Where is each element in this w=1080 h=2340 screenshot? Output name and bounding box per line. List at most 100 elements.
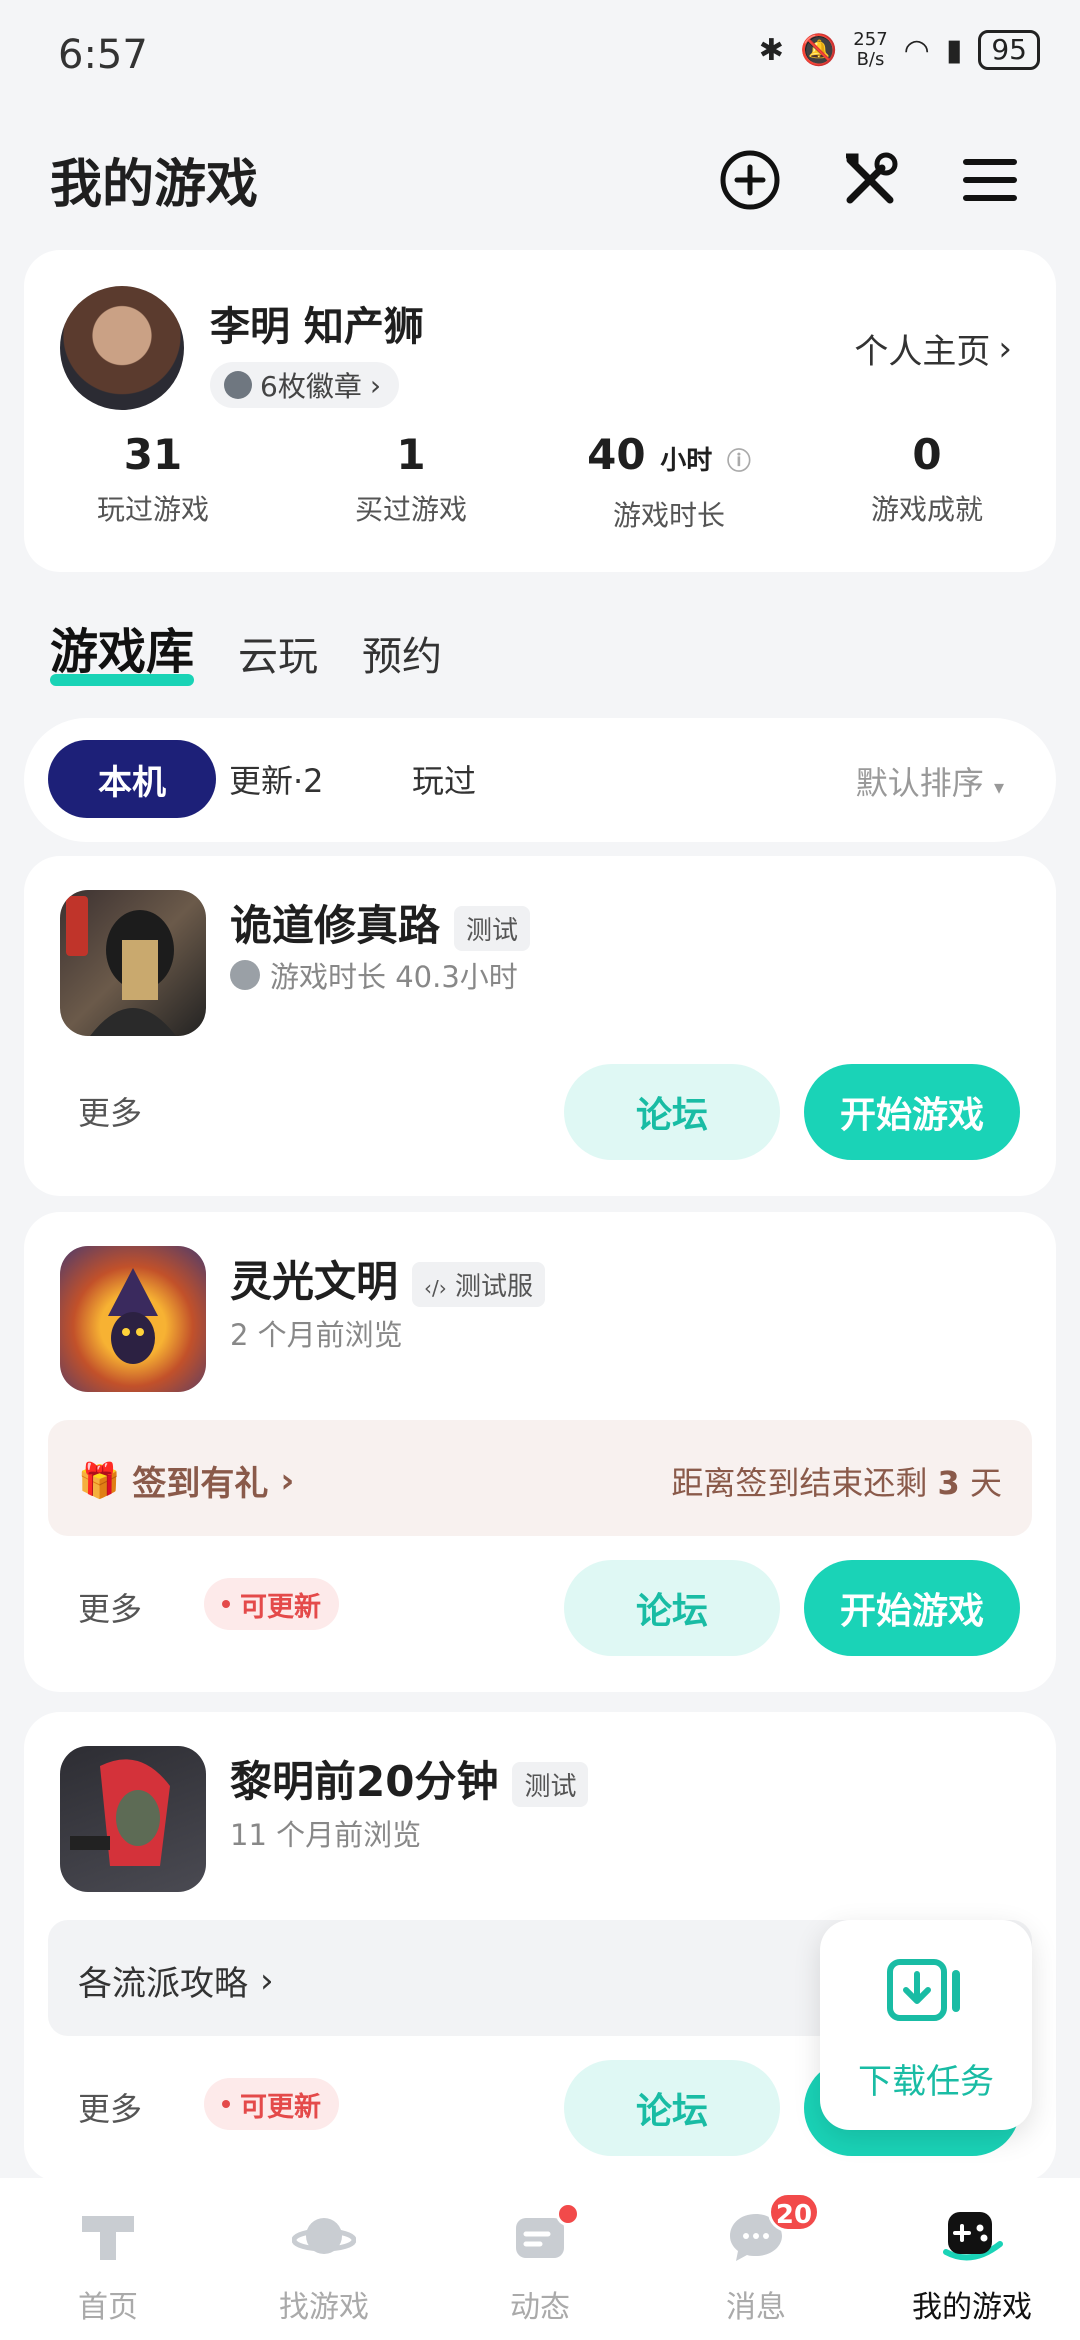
game-icon[interactable] xyxy=(60,1746,206,1892)
message-count-badge: 20 xyxy=(768,2192,820,2232)
nav-feed[interactable]: 动态 xyxy=(432,2178,648,2340)
nav-label: 首页 xyxy=(78,2290,138,2325)
forum-button[interactable]: 论坛 xyxy=(564,1064,780,1160)
stat-value: 1 xyxy=(396,430,426,479)
chevron-right-icon: › xyxy=(998,328,1012,369)
game-artwork xyxy=(70,1759,170,1866)
download-icon xyxy=(887,1959,960,2021)
page-header: 我的游戏 xyxy=(0,130,1080,220)
page-title: 我的游戏 xyxy=(50,155,259,215)
add-circle-icon[interactable] xyxy=(718,148,782,212)
code-icon: ‹/› xyxy=(424,1276,447,1300)
mute-bell-icon: 🔕 xyxy=(799,32,838,68)
update-badge[interactable]: 可更新 xyxy=(204,1578,339,1630)
gift-icon: 🎁 xyxy=(78,1460,121,1501)
status-icons: ✱ 🔕 257 B/s ◠ ▮ 95 xyxy=(759,30,1040,70)
filter-local[interactable]: 本机 xyxy=(48,740,216,818)
dot-icon xyxy=(222,1600,230,1608)
game-card: 灵光文明 ‹/› 测试服 2 个月前浏览 🎁 签到有礼 › 距离签到结束还剩 3 … xyxy=(24,1212,1056,1692)
status-bar: 6:57 ✱ 🔕 257 B/s ◠ ▮ 95 xyxy=(0,0,1080,110)
tools-icon[interactable] xyxy=(838,148,902,212)
nav-label: 找游戏 xyxy=(279,2290,369,2325)
more-button[interactable]: 更多 xyxy=(78,1088,142,1134)
badges-button[interactable]: 6枚徽章 › xyxy=(210,362,400,408)
nav-home[interactable]: 首页 xyxy=(0,2178,216,2340)
avatar[interactable] xyxy=(60,286,184,410)
stat-label: 游戏时长 xyxy=(612,499,725,532)
forum-button[interactable]: 论坛 xyxy=(564,1560,780,1656)
game-playtime: 游戏时长 40.3小时 xyxy=(270,960,518,994)
stat-value: 31 xyxy=(123,430,183,479)
tab-library[interactable]: 游戏库 xyxy=(50,612,195,686)
checkin-remaining-prefix: 距离签到结束还剩 xyxy=(671,1464,938,1502)
menu-icon[interactable] xyxy=(958,148,1022,212)
forum-button[interactable]: 论坛 xyxy=(564,2060,780,2156)
stat-unit: 小时 xyxy=(660,446,713,476)
stat-bought[interactable]: 1 买过游戏 xyxy=(282,430,540,534)
more-button[interactable]: 更多 xyxy=(78,1584,142,1630)
game-artwork xyxy=(66,896,176,1036)
download-tasks-button[interactable]: 下载任务 xyxy=(820,1920,1032,2130)
nav-my-games[interactable]: 我的游戏 xyxy=(864,2178,1080,2340)
game-artwork xyxy=(108,1268,158,1364)
stat-value: 40 xyxy=(587,430,646,479)
game-icon[interactable] xyxy=(60,890,206,1036)
filter-played[interactable]: 玩过 xyxy=(412,756,476,802)
game-tag-label: 测试服 xyxy=(455,1272,534,1302)
bluetooth-icon: ✱ xyxy=(758,32,784,68)
game-card: 诡道修真路 测试 游戏时长 40.3小时 更多 论坛 开始游戏 xyxy=(24,856,1056,1196)
update-label: 可更新 xyxy=(240,2091,321,2123)
game-title: 灵光文明 xyxy=(230,1257,399,1306)
update-label: 可更新 xyxy=(240,1591,321,1623)
status-time: 6:57 xyxy=(58,32,148,78)
update-badge[interactable]: 可更新 xyxy=(204,2078,339,2130)
profile-name: 李明 知产狮 xyxy=(210,304,424,350)
game-tag: ‹/› 测试服 xyxy=(412,1262,546,1307)
stat-label: 买过游戏 xyxy=(354,493,467,526)
game-icon[interactable] xyxy=(60,1246,206,1392)
medal-icon xyxy=(224,371,252,399)
game-last-viewed: 11 个月前浏览 xyxy=(230,1818,422,1852)
stat-achievements[interactable]: 0 游戏成就 xyxy=(798,430,1056,534)
checkin-remaining-days: 3 xyxy=(937,1464,960,1502)
badges-label: 6枚徽章 xyxy=(260,370,362,403)
stat-playtime[interactable]: 40 小时 ⓘ 游戏时长 xyxy=(540,430,798,534)
stat-played[interactable]: 31 玩过游戏 xyxy=(24,430,282,534)
nav-messages[interactable]: 20 消息 xyxy=(648,2178,864,2340)
stat-label: 游戏成就 xyxy=(870,493,983,526)
chevron-right-icon: › xyxy=(280,1460,295,1501)
gamepad-icon xyxy=(943,2212,1003,2261)
checkin-strip[interactable]: 🎁 签到有礼 › 距离签到结束还剩 3 天 xyxy=(48,1420,1032,1536)
filter-bar: 本机 更新·2 玩过 默认排序 ▾ xyxy=(24,718,1056,842)
wifi-icon: ◠ xyxy=(903,32,930,68)
caret-down-icon: ▾ xyxy=(993,775,1004,799)
chevron-right-icon: › xyxy=(369,368,382,402)
tab-cloud[interactable]: 云玩 xyxy=(238,624,318,682)
info-icon[interactable]: ⓘ xyxy=(727,447,751,475)
stat-label: 玩过游戏 xyxy=(96,493,209,526)
guide-label: 各流派攻略 xyxy=(78,1964,248,2004)
planet-icon xyxy=(292,2218,356,2254)
filter-updates[interactable]: 更新·2 xyxy=(229,756,324,802)
library-tabs: 游戏库 云玩 预约 xyxy=(50,612,442,686)
more-button[interactable]: 更多 xyxy=(78,2084,142,2130)
battery-indicator: 95 xyxy=(978,30,1040,70)
tab-reservation[interactable]: 预约 xyxy=(362,624,442,682)
stat-value: 0 xyxy=(912,430,942,479)
bottom-nav: 首页 找游戏 动态 20 消息 我的游戏 xyxy=(0,2178,1080,2340)
profile-stats: 31 玩过游戏 1 买过游戏 40 小时 ⓘ 游戏时长 0 游戏成就 xyxy=(24,430,1056,534)
game-tag: 测试 xyxy=(512,1762,589,1807)
profile-home-link[interactable]: 个人主页 › xyxy=(854,324,1012,373)
sim-alert-icon: ▮ xyxy=(945,32,963,68)
download-tasks-label: 下载任务 xyxy=(858,2062,994,2102)
nav-find-games[interactable]: 找游戏 xyxy=(216,2178,432,2340)
start-game-button[interactable]: 开始游戏 xyxy=(804,1064,1020,1160)
sort-dropdown[interactable]: 默认排序 ▾ xyxy=(856,758,1004,804)
profile-home-label: 个人主页 xyxy=(854,332,991,372)
dot-icon xyxy=(222,2100,230,2108)
profile-card: 李明 知产狮 6枚徽章 › 个人主页 › 31 玩过游戏 1 买过游戏 40 小… xyxy=(24,250,1056,572)
nav-label: 消息 xyxy=(726,2290,786,2325)
start-game-button[interactable]: 开始游戏 xyxy=(804,1560,1020,1656)
game-title: 黎明前20分钟 xyxy=(230,1757,499,1806)
nav-label: 我的游戏 xyxy=(912,2290,1032,2325)
